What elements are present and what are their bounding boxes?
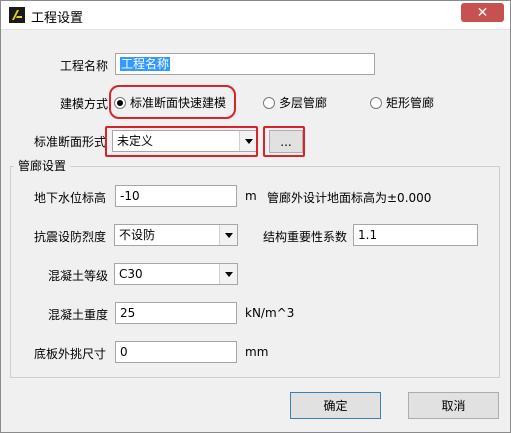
close-button[interactable]: ✕ [461,3,504,22]
project-settings-dialog: 工程设置 ✕ 工程名称 工程名称 建模方式 标准断面快速建模 多层管廊 矩形管廊… [0,0,511,433]
groundwater-input[interactable]: -10 [115,185,237,207]
chevron-down-icon[interactable] [219,264,237,284]
project-name-label: 工程名称 [60,59,109,73]
gallery-settings-title: 管廊设置 [14,157,71,174]
title-bar[interactable]: 工程设置 ✕ [1,1,510,30]
concrete-density-unit: kN/m^3 [245,306,295,320]
project-name-input[interactable]: 工程名称 [115,53,375,75]
concrete-density-input[interactable]: 25 [115,302,237,324]
seismic-select[interactable]: 不设防 [114,224,238,246]
importance-value: 1.1 [358,228,378,242]
groundwater-value: -10 [120,189,140,203]
highlight-standard-section [109,85,236,119]
cancel-button[interactable]: 取消 [408,392,499,419]
radio-rectangular-gallery-label: 矩形管廊 [386,96,435,110]
section-type-label: 标准断面形式 [34,135,107,149]
project-name-value: 工程名称 [120,57,171,71]
close-icon: ✕ [476,4,489,21]
model-method-label: 建模方式 [60,97,109,111]
radio-rectangular-gallery[interactable]: 矩形管廊 [370,94,434,111]
highlight-browse-button [263,126,305,157]
radio-indicator [263,96,275,109]
seismic-label: 抗震设防烈度 [34,230,107,244]
radio-indicator [370,96,382,109]
floor-overhang-unit: mm [245,345,269,359]
radio-multilayer-gallery-label: 多层管廊 [279,96,328,110]
importance-input[interactable]: 1.1 [353,224,478,246]
radio-multilayer-gallery[interactable]: 多层管廊 [263,94,327,111]
floor-overhang-value: 0 [120,345,128,359]
window-title: 工程设置 [31,11,84,26]
chevron-down-icon[interactable] [219,225,237,245]
groundwater-label: 地下水位标高 [34,191,107,205]
ok-button[interactable]: 确定 [290,392,381,419]
app-logo-icon [9,7,25,23]
concrete-density-value: 25 [120,306,136,320]
importance-label: 结构重要性系数 [263,230,348,244]
ok-button-label: 确定 [323,399,348,413]
cancel-button-label: 取消 [441,399,466,413]
floor-overhang-label: 底板外挑尺寸 [34,347,107,361]
highlight-section-type [105,126,258,157]
concrete-grade-select[interactable]: C30 [114,263,238,285]
concrete-grade-value: C30 [119,267,143,281]
concrete-density-label: 混凝土重度 [48,308,109,322]
concrete-grade-label: 混凝土等级 [48,269,109,283]
seismic-value: 不设防 [119,228,156,242]
floor-overhang-input[interactable]: 0 [115,341,237,363]
groundwater-unit: m [245,189,257,203]
groundwater-note: 管廊外设计地面标高为±0.000 [267,191,432,205]
